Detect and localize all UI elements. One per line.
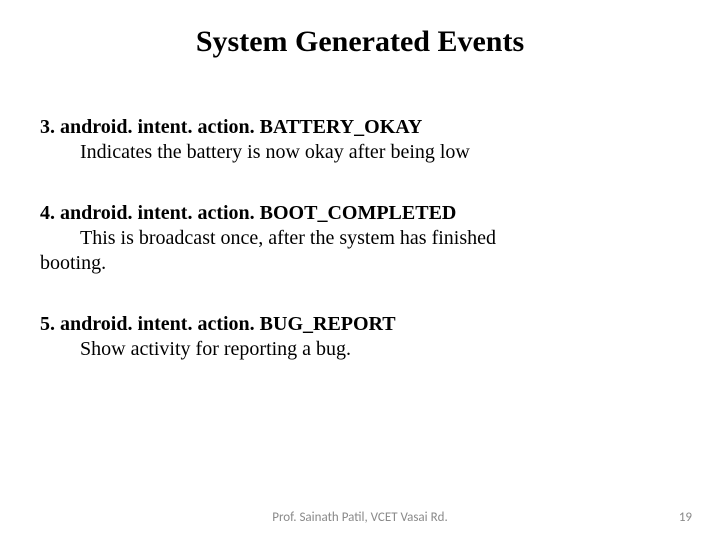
- item-5: 5. android. intent. action. BUG_REPORT S…: [40, 312, 680, 362]
- item-3-description: Indicates the battery is now okay after …: [80, 140, 680, 165]
- item-4-desc-line1: This is broadcast once, after the system…: [80, 226, 680, 251]
- item-3-heading: 3. android. intent. action. BATTERY_OKAY: [40, 115, 680, 140]
- item-5-heading: 5. android. intent. action. BUG_REPORT: [40, 312, 680, 337]
- body-text: 3. android. intent. action. BATTERY_OKAY…: [40, 115, 680, 362]
- page-number: 19: [679, 510, 692, 525]
- item-3: 3. android. intent. action. BATTERY_OKAY…: [40, 115, 680, 165]
- page-title: System Generated Events: [0, 25, 720, 59]
- item-5-description: Show activity for reporting a bug.: [80, 337, 680, 362]
- item-4-desc-line2: booting.: [40, 251, 680, 276]
- footer-text: Prof. Sainath Patil, VCET Vasai Rd.: [0, 510, 720, 525]
- item-4: 4. android. intent. action. BOOT_COMPLET…: [40, 201, 680, 276]
- slide: System Generated Events 3. android. inte…: [0, 0, 720, 540]
- item-4-heading: 4. android. intent. action. BOOT_COMPLET…: [40, 201, 680, 226]
